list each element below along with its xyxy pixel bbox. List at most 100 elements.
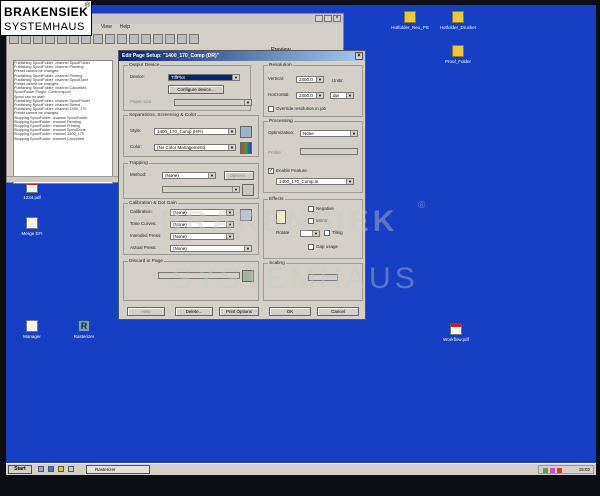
desktop-icon-rasterizer[interactable]: R Rasterizer	[62, 320, 106, 339]
device-label: Device:	[130, 74, 146, 79]
actual-press-value: (None)	[173, 246, 187, 251]
network-icon[interactable]	[543, 468, 548, 473]
horizontal-resolution-select[interactable]: 2400.0 ▼	[296, 92, 324, 99]
minimize-button[interactable]	[315, 15, 323, 22]
output-device-group: Output Device Device: TiffPlot ▼ Configu…	[123, 63, 252, 111]
security-icon[interactable]	[557, 468, 562, 473]
quicklaunch-desktop-icon[interactable]	[38, 466, 44, 472]
enable-feature-label: Enable Feature	[276, 168, 307, 173]
start-button[interactable]: Start	[8, 465, 32, 474]
vertical-resolution-select[interactable]: 2400.0 ▼	[296, 76, 324, 83]
chevron-down-icon: ▼	[228, 129, 235, 134]
processing-group: Processing Optimization: None ▼ Profile:…	[263, 119, 363, 193]
document-icon	[26, 320, 38, 332]
quicklaunch-explorer-icon[interactable]	[58, 466, 64, 472]
watermark-registered-mark: ®	[418, 200, 426, 211]
optimization-value: None	[303, 131, 314, 136]
chevron-down-icon: ▼	[346, 179, 353, 184]
taskbar: Start Rasterizer 15:02	[6, 463, 596, 475]
trapping-profile-select[interactable]: ▼	[162, 186, 240, 193]
delete-button[interactable]: Delete...	[175, 307, 213, 316]
tone-curves-label: Tone Curves:	[130, 221, 157, 226]
help-button[interactable]: Help	[127, 307, 165, 316]
desktop-icon-label: Workflow.pdf	[443, 337, 469, 342]
optimization-select[interactable]: None ▼	[300, 130, 358, 137]
close-button[interactable]: ×	[333, 15, 341, 22]
device-select[interactable]: TiffPlot ▼	[168, 74, 240, 81]
watermark-subtitle: SYSTEMHAUS	[172, 262, 419, 295]
dialog-close-button[interactable]: ×	[355, 52, 363, 60]
dialog-title: Edit Page Setup: "1400_170_Comp (DR)"	[122, 53, 219, 59]
style-select[interactable]: 1400_170_Comp (HFI) ▼	[154, 128, 236, 135]
actual-press-select[interactable]: (None) ▼	[170, 245, 252, 252]
gap-usage-checkbox[interactable]	[308, 244, 314, 250]
quicklaunch-browser-icon[interactable]	[48, 466, 54, 472]
desktop-icon-label: Rasterizer	[73, 334, 95, 339]
desktop-icon-label: Manager	[23, 334, 41, 339]
tool-icon[interactable]	[93, 34, 103, 44]
method-value: (None)	[165, 173, 179, 178]
desktop-icon-proof-folder[interactable]: Proof_Folder	[436, 45, 480, 64]
chevron-down-icon: ▼	[208, 173, 215, 178]
desktop-icon-workflow-pdf[interactable]: Workflow.pdf	[434, 323, 478, 342]
menu-help[interactable]: Help	[120, 24, 130, 32]
actual-press-label: Actual Press:	[130, 245, 157, 250]
group-title: Discard in Page	[128, 259, 164, 264]
color-management-icon[interactable]	[240, 142, 252, 154]
desktop-icon-label: Hotfolder_Neu_PS	[391, 25, 429, 30]
group-title: Output Device	[128, 63, 161, 68]
tool-icon[interactable]	[105, 34, 115, 44]
feature-select[interactable]: 1400_170_Comp.in ▼	[276, 178, 354, 185]
log-list[interactable]: Publishing SpoolFolder: channel SpoolFol…	[13, 60, 113, 184]
clock: 15:02	[578, 467, 590, 472]
log-line: Stopping SpoolFolder: channel Cancelled	[14, 136, 84, 141]
desktop-icon-merge[interactable]: Merge EFI	[10, 217, 54, 236]
trapping-options-button[interactable]: Options...	[224, 171, 254, 180]
horizontal-value: 2400.0	[299, 93, 313, 98]
volume-icon[interactable]	[550, 468, 555, 473]
desktop-icon-manager[interactable]: Manager	[10, 320, 54, 339]
quicklaunch-mail-icon[interactable]	[68, 466, 74, 472]
folder-icon	[452, 45, 464, 57]
configure-device-button[interactable]: Configure device...	[168, 85, 224, 94]
maximize-button[interactable]	[324, 15, 332, 22]
chevron-down-icon: ▼	[346, 93, 353, 98]
style-label: Style:	[130, 128, 142, 133]
desktop-icon-hotfolder-neu[interactable]: Hotfolder_Neu_PS	[388, 11, 432, 30]
trapping-method-select[interactable]: (None) ▼	[162, 172, 216, 179]
tool-icon[interactable]	[129, 34, 139, 44]
override-resolution-checkbox[interactable]	[268, 106, 274, 112]
ok-button[interactable]: OK	[269, 307, 311, 316]
trapping-icon[interactable]	[242, 184, 254, 196]
screening-icon[interactable]	[240, 126, 252, 138]
paper-size-select[interactable]: ▼	[174, 99, 252, 106]
optimization-label: Optimization:	[268, 130, 295, 135]
trapping-group: Trapping Method: (None) ▼ Options... ▼	[123, 161, 259, 199]
enable-feature-checkbox[interactable]: ✓	[268, 168, 274, 174]
desktop-icon-label: Merge EFI	[21, 231, 43, 236]
units-select[interactable]: dpi ▼	[330, 92, 354, 99]
print-options-button[interactable]: Print Options	[219, 307, 259, 316]
brand-subtitle: SYSTEMHAUS	[4, 21, 85, 33]
cancel-button[interactable]: Cancel	[317, 307, 359, 316]
tool-icon[interactable]	[165, 34, 175, 44]
color-select[interactable]: (No Color Management) ▼	[154, 144, 236, 151]
chevron-down-icon: ▼	[244, 100, 251, 105]
tool-icon[interactable]	[117, 34, 127, 44]
desktop-icon-hotfolder-drucker[interactable]: Hotfolder_Drucker	[436, 11, 480, 30]
document-icon	[26, 217, 38, 229]
tool-icon[interactable]	[189, 34, 199, 44]
method-label: Method:	[130, 172, 147, 177]
profile-label: Profile:	[268, 150, 283, 155]
calibration-label: Calibration:	[130, 209, 153, 214]
tool-icon[interactable]	[153, 34, 163, 44]
taskbar-item-rasterizer[interactable]: Rasterizer	[86, 465, 150, 474]
horizontal-label: Horizontal:	[268, 92, 290, 97]
profile-input[interactable]	[300, 148, 358, 155]
dialog-titlebar[interactable]: Edit Page Setup: "1400_170_Comp (DR)" ×	[119, 51, 365, 61]
separations-group: Separations, Screening & Color Style: 14…	[123, 113, 259, 157]
tool-icon[interactable]	[177, 34, 187, 44]
tool-icon[interactable]	[141, 34, 151, 44]
override-resolution-label: Override resolution in job	[276, 106, 327, 111]
menu-view[interactable]: View	[101, 24, 112, 32]
